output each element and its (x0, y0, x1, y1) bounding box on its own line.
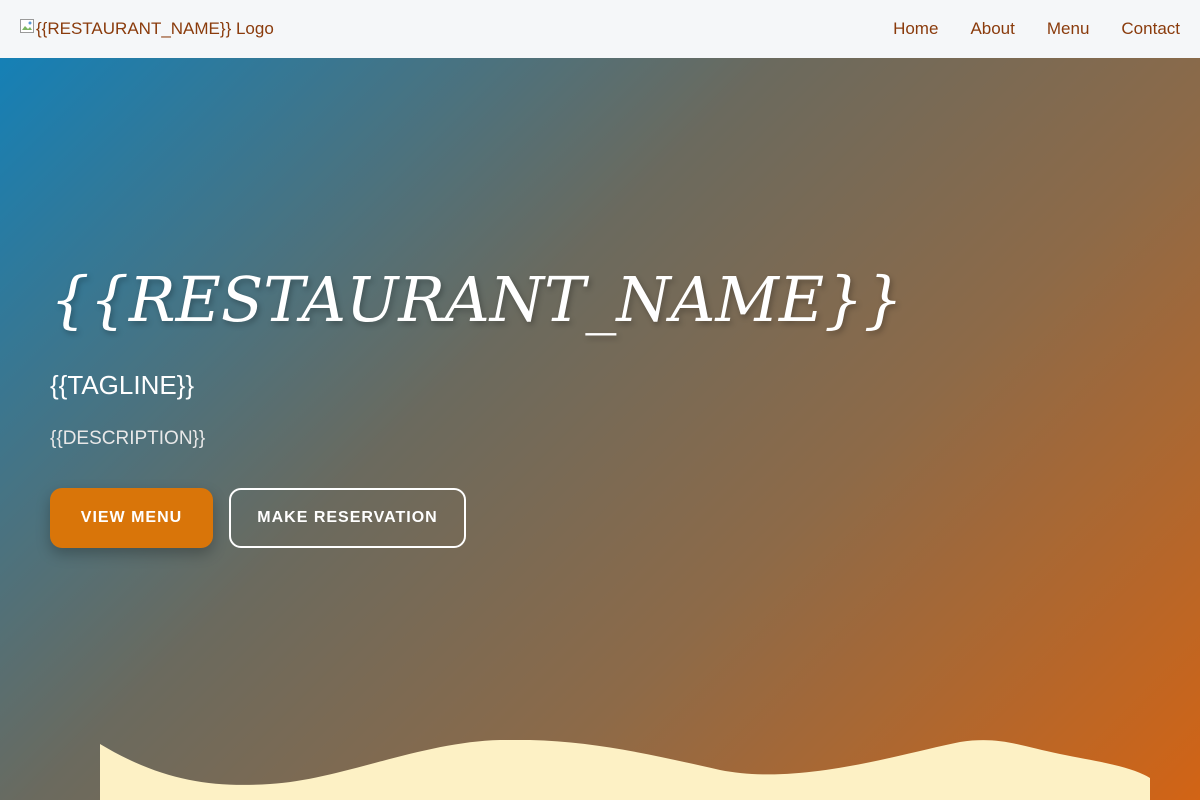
page: {{RESTAURANT_NAME}} Logo Home About Menu… (0, 0, 1200, 800)
hero-section: {{RESTAURANT_NAME}} {{TAGLINE}} {{DESCRI… (0, 58, 1200, 800)
broken-image-icon (20, 19, 34, 33)
nav-home[interactable]: Home (893, 19, 938, 39)
view-menu-button[interactable]: VIEW MENU (50, 488, 213, 548)
logo-link[interactable]: {{RESTAURANT_NAME}} Logo (20, 19, 274, 39)
make-reservation-button[interactable]: MAKE RESERVATION (229, 488, 466, 548)
nav-contact[interactable]: Contact (1121, 19, 1180, 39)
logo-alt-text: {{RESTAURANT_NAME}} Logo (36, 19, 274, 38)
main-nav: Home About Menu Contact (861, 19, 1180, 39)
nav-about[interactable]: About (970, 19, 1014, 39)
nav-menu[interactable]: Menu (1047, 19, 1090, 39)
hero-wave-divider (100, 740, 1150, 800)
hero-title: {{RESTAURANT_NAME}} (50, 263, 904, 336)
hero-description: {{DESCRIPTION}} (50, 428, 206, 449)
hero-tagline: {{TAGLINE}} (50, 370, 195, 400)
site-header: {{RESTAURANT_NAME}} Logo Home About Menu… (0, 0, 1200, 58)
